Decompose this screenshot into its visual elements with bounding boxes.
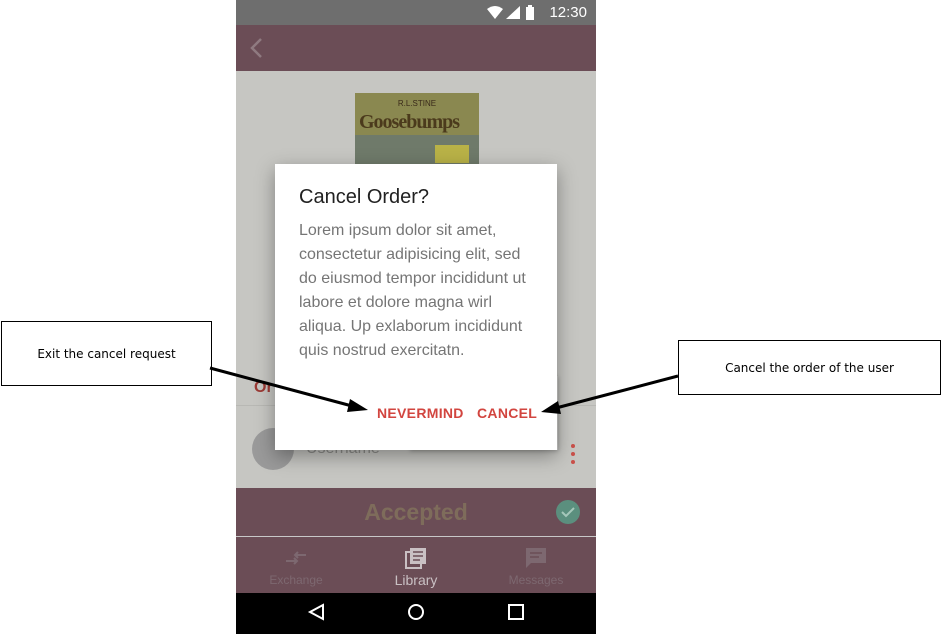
annotation-exit-cancel: Exit the cancel request [1,321,212,386]
nav-item-messages[interactable]: Messages [476,537,596,593]
nav-item-exchange[interactable]: Exchange [236,537,356,593]
accepted-label: Accepted [364,499,468,525]
back-triangle-icon[interactable] [307,603,324,621]
recents-square-icon[interactable] [508,604,524,620]
nav-label-exchange: Exchange [269,573,323,587]
exchange-icon [286,551,306,565]
nav-item-library[interactable]: Library [356,537,476,593]
cancel-button[interactable]: CANCEL [477,405,537,421]
more-vert-icon[interactable] [570,443,576,465]
order-label: Or [254,379,273,396]
message-icon [526,548,546,568]
cancel-order-dialog: Cancel Order? Lorem ipsum dolor sit amet… [275,164,557,450]
annotation-exit-cancel-text: Exit the cancel request [37,346,176,361]
nav-label-messages: Messages [508,573,564,587]
status-time: 12:30 [549,4,587,21]
home-circle-icon[interactable] [408,604,424,620]
system-navigation-bar [236,593,596,634]
book-title: Goosebumps [359,111,460,133]
dialog-body: Lorem ipsum dolor sit amet, consectetur … [299,222,526,359]
arrow-back-icon[interactable] [244,35,270,61]
check-circle-icon [556,500,580,524]
status-bar: 12:30 [236,0,596,25]
signal-wifi-battery-icons [487,5,534,20]
library-icon [405,548,426,569]
dialog-title: Cancel Order? [299,186,430,208]
annotation-cancel-order: Cancel the order of the user [678,340,941,395]
nav-label-library: Library [394,572,438,588]
book-author: R.L.STINE [397,99,437,108]
accepted-bar: Accepted [236,488,596,536]
app-bar [236,25,596,71]
bottom-navigation: Exchange Library Messages [236,537,596,593]
annotation-cancel-order-text: Cancel the order of the user [725,360,894,375]
nevermind-button[interactable]: NEVERMIND [377,405,464,421]
